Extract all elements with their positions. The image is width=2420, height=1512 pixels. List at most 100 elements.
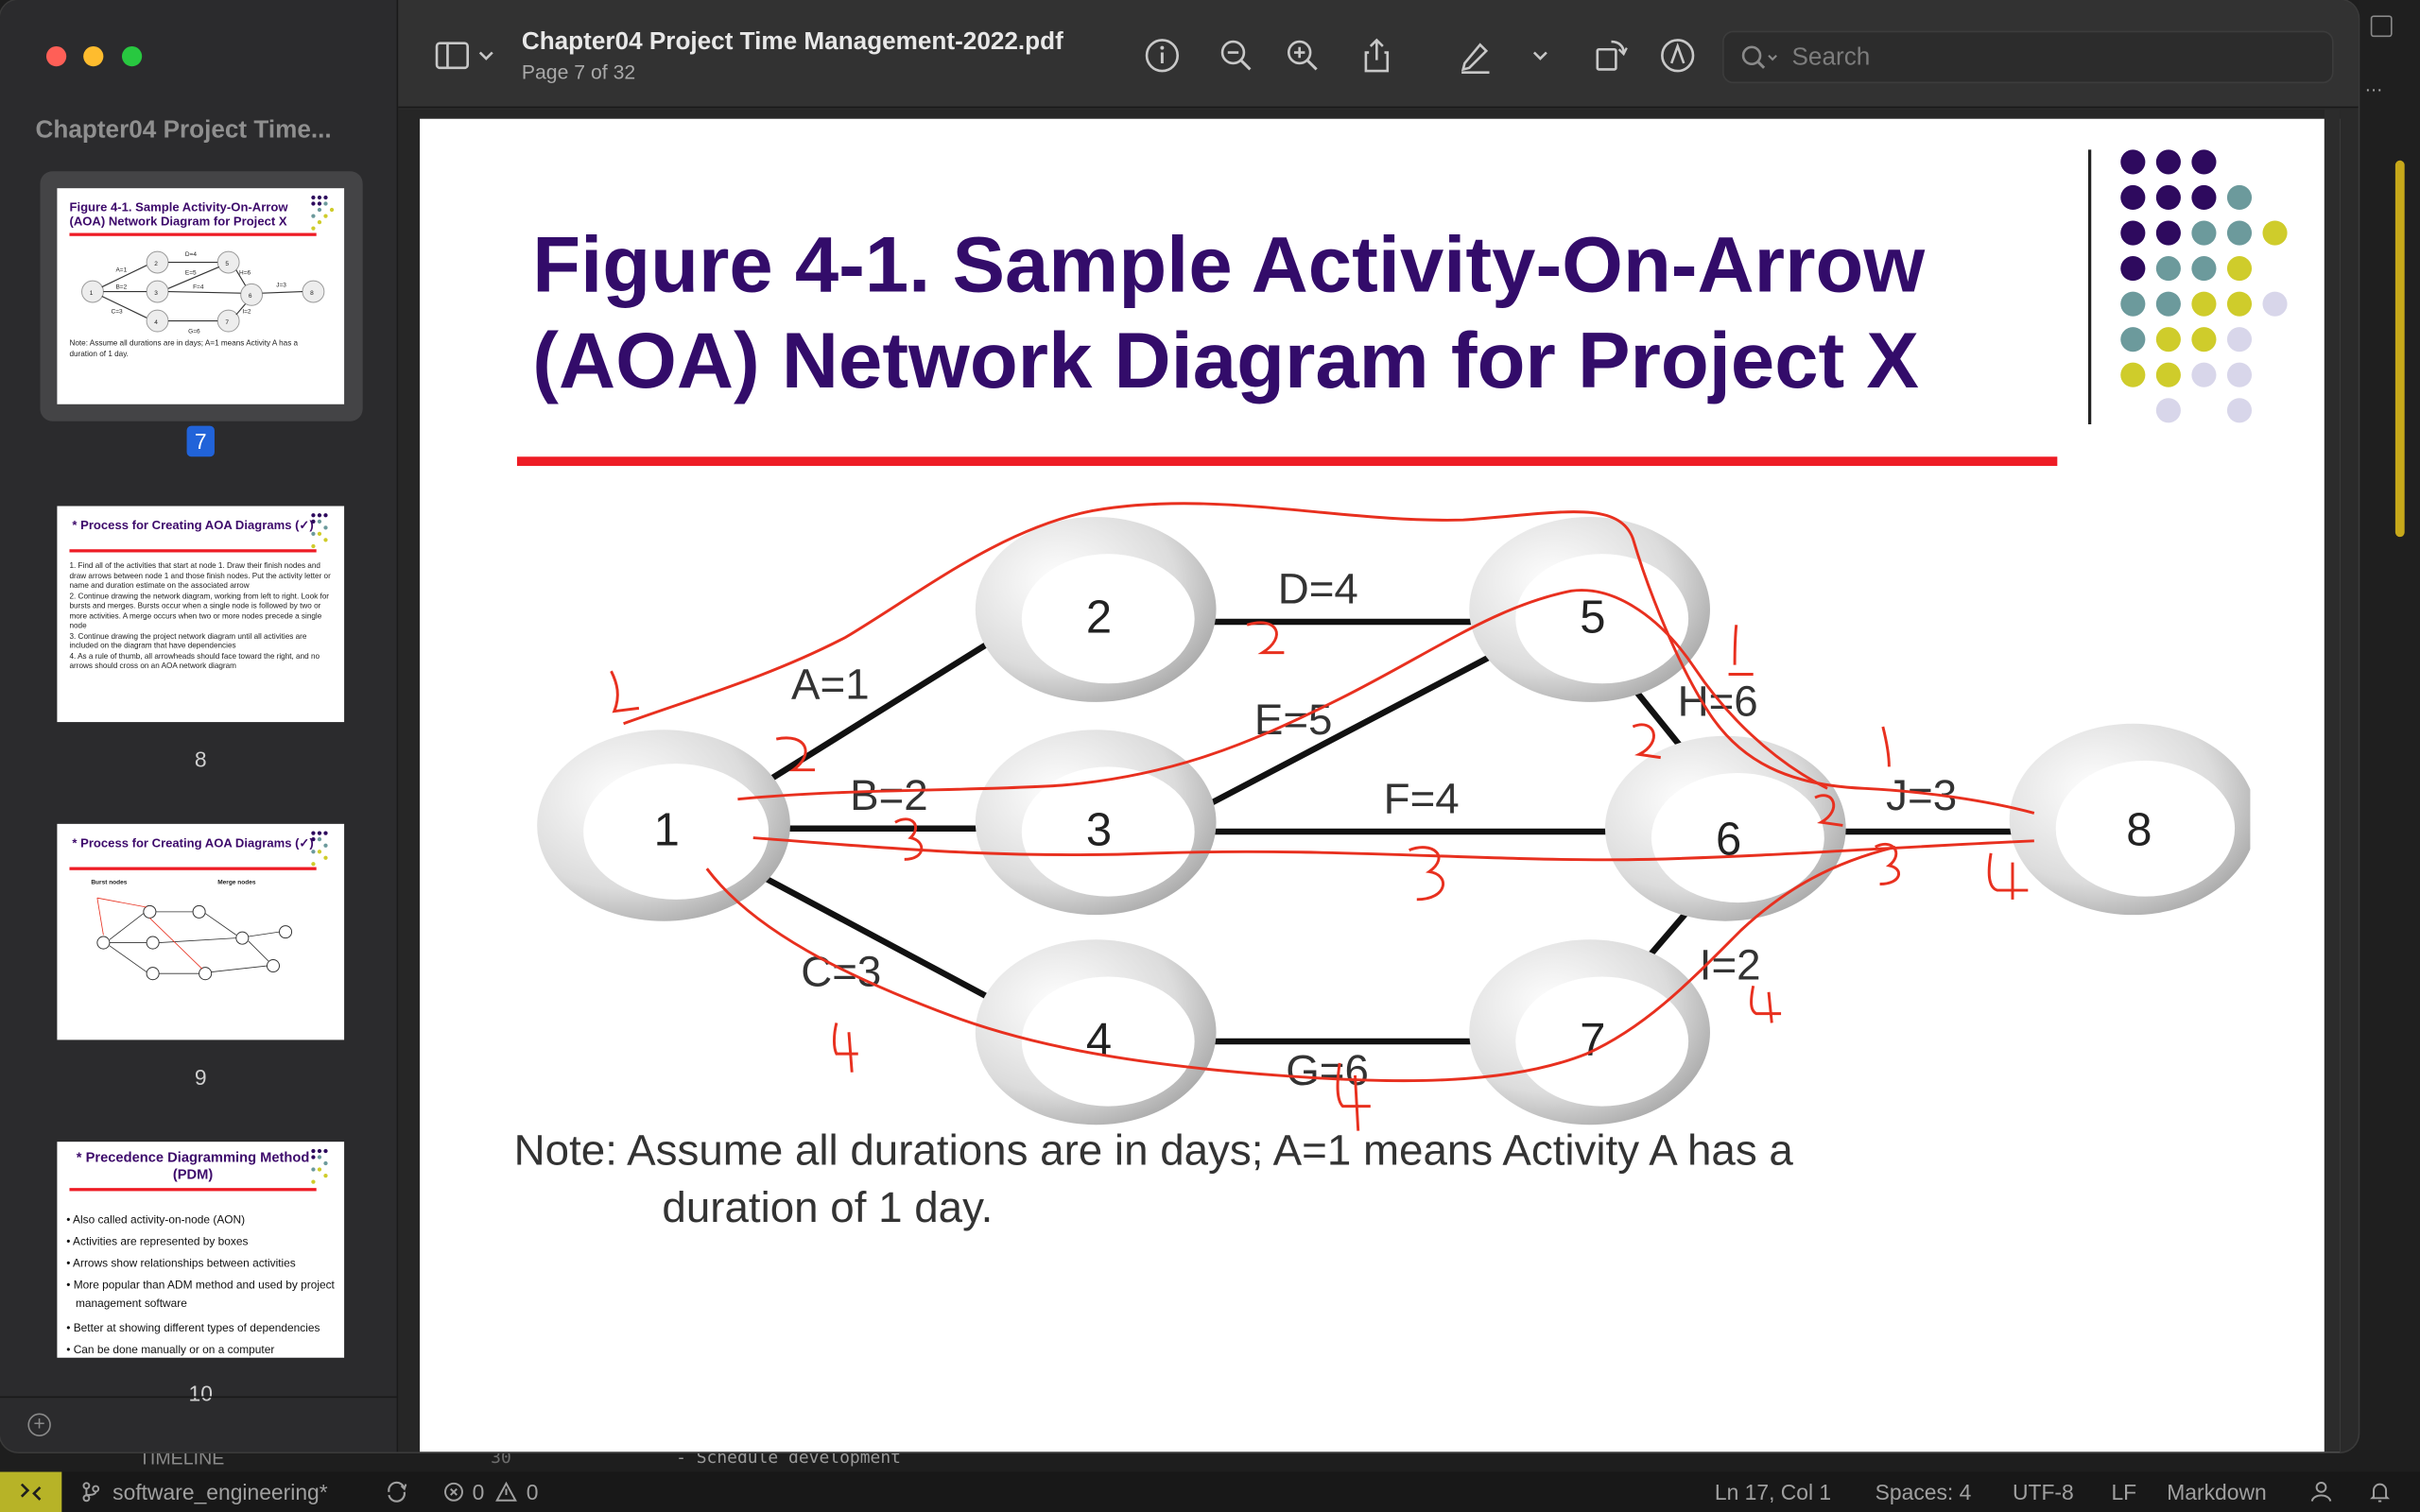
note-line: Note: Assume all durations are in days; … [513, 1125, 1793, 1175]
slide-note: Note: Assume all durations are in days; … [514, 1122, 2058, 1236]
zoom-window-button[interactable] [121, 45, 143, 67]
node-label: 1 [654, 805, 680, 856]
markup-icon[interactable] [1659, 37, 1696, 74]
close-window-button[interactable] [45, 45, 67, 67]
thumbnail-line: 3. Continue drawing the project network … [69, 631, 307, 651]
share-icon[interactable] [1358, 37, 1395, 74]
add-page-icon[interactable]: + [27, 1413, 51, 1436]
sync-icon[interactable] [385, 1480, 409, 1504]
thumbnail-red-rule [69, 1188, 317, 1192]
thumbnail-page-8[interactable]: * Process for Creating AOA Diagrams (✓) … [57, 506, 345, 723]
chevron-down-icon[interactable] [1531, 37, 1550, 74]
thumbnail-red-rule [69, 549, 317, 553]
remote-indicator[interactable] [0, 1471, 62, 1512]
thumbnail-page-7[interactable]: Figure 4-1. Sample Activity-On-Arrow (AO… [57, 188, 345, 404]
svg-text:5: 5 [225, 261, 229, 267]
svg-text:D=4: D=4 [185, 251, 198, 258]
sidebar-divider [0, 1396, 399, 1399]
line-ending[interactable]: LF [2111, 1480, 2136, 1504]
svg-text:J=3: J=3 [276, 283, 286, 289]
zoom-in-icon[interactable] [1284, 37, 1321, 74]
thumbnail-title: * Precedence Diagramming Method (PDM) [76, 1149, 310, 1182]
page-number-10: 10 [188, 1381, 213, 1403]
title-vertical-rule [2087, 149, 2092, 424]
svg-text:8: 8 [310, 290, 314, 297]
branch-icon [82, 1482, 100, 1503]
svg-text:G=6: G=6 [188, 329, 200, 335]
merge-nodes-label: Merge nodes [217, 877, 256, 886]
thumbnail-dots-decoration [311, 1148, 328, 1184]
pdf-page: Figure 4-1. Sample Activity-On-Arrow (AO… [420, 118, 2341, 1452]
node-label: 2 [1086, 592, 1112, 643]
cursor-position[interactable]: Ln 17, Col 1 [1715, 1480, 1831, 1504]
thumbnail-bullet: • Arrows show relationships between acti… [66, 1256, 296, 1271]
thumbnail-sidebar: Chapter04 Project Time... Figure 4-1. Sa… [0, 0, 399, 1452]
minimap-scroll-indicator[interactable] [2394, 160, 2405, 538]
notifications-icon[interactable] [2367, 1480, 2392, 1504]
svg-text:2: 2 [154, 261, 158, 267]
language-mode[interactable]: Markdown [2167, 1480, 2266, 1504]
search-icon [1741, 45, 1777, 69]
thumbnail-red-rule [69, 867, 317, 870]
thumbnail-bullet: • Activities are represented by boxes [66, 1234, 249, 1249]
svg-text:3: 3 [154, 290, 158, 297]
layout-icon[interactable] [2370, 15, 2393, 38]
thumbnail-line: 1. Find all of the activities that start… [69, 561, 331, 592]
node-label: 8 [2126, 805, 2152, 856]
thumbnail-page-10[interactable]: * Precedence Diagramming Method (PDM) • … [57, 1142, 345, 1358]
activity-label-d: D=4 [1278, 564, 1358, 612]
highlight-pen-icon[interactable] [1457, 37, 1494, 75]
thumbnail-network-diagram [96, 897, 293, 981]
accounts-icon[interactable] [2308, 1480, 2333, 1504]
vertical-scrollbar[interactable] [2324, 109, 2341, 1452]
branch-name[interactable]: software_engineering* [112, 1480, 327, 1504]
error-icon[interactable] [443, 1481, 465, 1503]
chevron-down-icon[interactable] [476, 37, 495, 74]
minimize-window-button[interactable] [83, 45, 104, 67]
thumbnail-bullets: • Also called activity-on-node (AON) • A… [66, 1210, 341, 1358]
arrow-e [1201, 640, 1519, 810]
toolbar: Chapter04 Project Time Management-2022.p… [398, 0, 2359, 109]
background-editor-right: … [2358, 0, 2420, 1467]
warning-count[interactable]: 0 [527, 1480, 539, 1504]
indentation[interactable]: Spaces: 4 [1876, 1480, 1972, 1504]
decorative-dots [2120, 149, 2288, 423]
thumbnail-note: Note: Assume all durations are in days; … [69, 339, 299, 359]
info-icon[interactable] [1144, 37, 1181, 74]
search-placeholder: Search [1791, 44, 1871, 72]
svg-text:6: 6 [249, 293, 252, 300]
slide-title-line: (AOA) Network Diagram for Project X [532, 316, 1919, 404]
preview-window: Chapter04 Project Time... Figure 4-1. Sa… [0, 0, 2359, 1452]
thumbnail-dots-decoration [311, 513, 328, 549]
page-number-8: 8 [194, 747, 207, 772]
error-count[interactable]: 0 [473, 1480, 485, 1504]
zoom-out-icon[interactable] [1218, 37, 1254, 74]
thumbnail-dots-decoration [311, 195, 335, 231]
page-number-7: 7 [186, 425, 215, 457]
svg-text:7: 7 [225, 319, 229, 326]
svg-text:1: 1 [90, 290, 94, 297]
sidebar-toggle-icon[interactable] [434, 37, 471, 74]
sidebar-title: Chapter04 Project Time... [35, 117, 332, 144]
warning-icon[interactable] [495, 1481, 517, 1503]
svg-text:E=5: E=5 [185, 270, 197, 277]
activity-label-b: B=2 [850, 771, 928, 819]
svg-text:F=4: F=4 [193, 284, 204, 290]
aoa-network-diagram: 1 2 3 4 5 6 7 8 A=1 B=2 C=3 D=4 E=5 F=4 … [537, 502, 2251, 1131]
encoding[interactable]: UTF-8 [2013, 1480, 2074, 1504]
thumbnail-page-9[interactable]: * Process for Creating AOA Diagrams (✓) … [57, 823, 345, 1040]
search-field[interactable]: Search [1722, 30, 2334, 84]
activity-label-f: F=4 [1384, 774, 1460, 822]
activity-label-a: A=1 [791, 661, 870, 709]
document-title: Chapter04 Project Time Management-2022.p… [521, 29, 1063, 56]
screen: … TIMELINE 30 - Schedule development Cha… [0, 0, 2420, 1512]
activity-label-i: I=2 [1700, 941, 1761, 989]
slide-title-line: Figure 4-1. Sample Activity-On-Arrow [532, 220, 1926, 309]
status-bar: software_engineering* 0 0 Ln 17, Col 1 S… [0, 1471, 2420, 1512]
thumbnail-bullet: • More popular than ADM method and used … [66, 1277, 335, 1311]
thumbnail-network-diagram: 1 2 3 4 5 6 7 8 A=1 B=2 C=3 D=4 E=5 F=4 G=6 H=6 I=2 J=3 [81, 250, 325, 335]
node-label: 3 [1086, 805, 1112, 856]
thumbnail-line: 4. As a rule of thumb, all arrowheads sh… [69, 651, 320, 672]
rotate-icon[interactable] [1593, 37, 1630, 74]
more-icon[interactable]: … [2364, 74, 2383, 95]
